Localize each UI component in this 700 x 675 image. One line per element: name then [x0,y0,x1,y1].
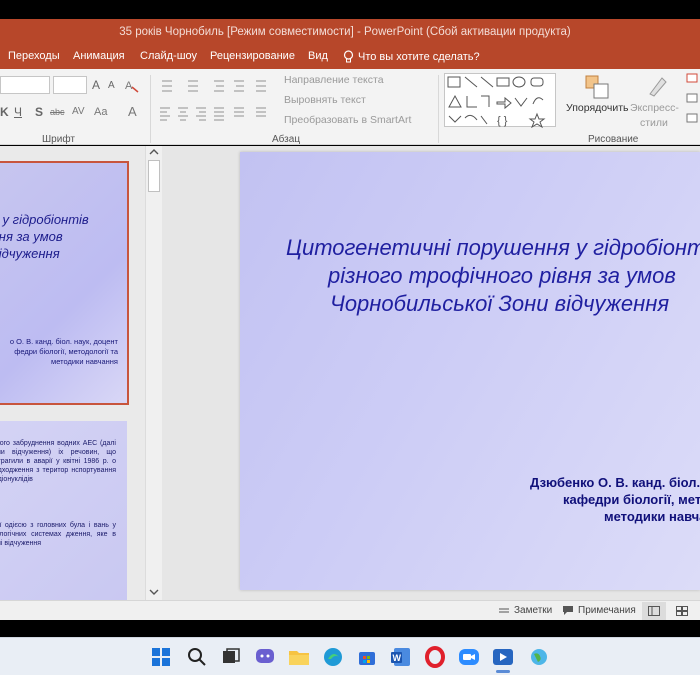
title-bar: 35 років Чорнобиль [Режим совместимости]… [0,19,700,45]
window-title: 35 років Чорнобиль [Режим совместимости]… [119,26,571,38]
font-name-box[interactable] [0,76,50,94]
notes-button[interactable]: Заметки [498,605,552,616]
windows-start-icon[interactable] [150,646,172,668]
shadow-button[interactable]: S [35,105,43,119]
active-app-indicator [496,670,510,673]
windows-taskbar: W [0,637,700,675]
svg-text:W: W [393,653,402,663]
separator [150,75,151,143]
slide-author-line: Дзюбенко О. В. канд. біол. наук, доцент [530,475,700,490]
edge-icon[interactable] [322,646,344,668]
scroll-thumb[interactable] [148,160,160,192]
slide-thumbnail-1[interactable]: я у гідробіонтів вня за умов відчуження … [0,161,129,405]
quick-styles-icon[interactable] [646,72,672,98]
strikethrough-button[interactable]: abc [50,107,65,117]
thumbnails-scrollbar[interactable] [145,146,162,600]
thumb1-title-line: я у гідробіонтів [0,212,89,227]
thumb1-author-line: федри біології, методології та [14,347,118,356]
comments-button[interactable]: Примечания [562,605,636,616]
comments-label: Примечания [578,605,636,616]
slide-author[interactable]: Дзюбенко О. В. канд. біол. наук, доцент … [530,474,700,525]
list-buttons-icons[interactable] [158,77,276,95]
font-color-button[interactable]: A [128,104,137,119]
chat-icon[interactable] [254,646,276,668]
thumb1-author: о О. В. канд. біол. наук, доцент федри б… [0,337,118,367]
thumb1-author-line: о О. В. канд. біол. наук, доцент [9,337,118,346]
normal-view-button[interactable] [642,602,666,620]
change-case-button[interactable]: Aa [94,106,107,118]
align-text-button[interactable]: Выровнять текст [284,94,366,106]
globe-app-icon[interactable] [528,646,550,668]
tell-me-text: Что вы хотите сделать? [358,50,480,63]
quick-styles-button[interactable]: Экспресс- [630,102,679,114]
thumb1-title: я у гідробіонтів вня за умов відчуження [0,211,112,262]
comment-icon [563,606,573,615]
thumb2-paragraph-1: лідого забруднення водних АЕС (далі зони… [0,440,116,483]
slide-title-line: різного трофічного рівня за умов [328,263,676,288]
notes-label: Заметки [514,605,553,616]
spacing-button[interactable]: AV [72,106,85,117]
text-direction-button[interactable]: Направление текста [284,74,384,86]
shapes-gallery[interactable]: { } [444,73,556,129]
quick-styles-label-2: стили [640,117,668,129]
scroll-down-icon[interactable] [149,588,159,596]
search-icon[interactable] [186,646,208,668]
slide-thumbnails-pane: я у гідробіонтів вня за умов відчуження … [0,146,145,601]
tab-animations[interactable]: Анимация [73,50,125,62]
notes-icon [499,608,509,612]
grow-font-button[interactable]: A [92,78,100,92]
shape-format-icons[interactable] [686,72,698,132]
font-size-box[interactable] [53,76,87,94]
group-font-label: Шрифт [42,134,75,145]
ribbon-tabs: Переходы Анимация Слайд-шоу Рецензирован… [0,45,700,69]
file-explorer-icon[interactable] [288,646,310,668]
arrange-icon[interactable] [582,72,612,102]
store-icon[interactable] [356,646,378,668]
zoom-icon[interactable] [458,646,480,668]
scroll-up-icon[interactable] [149,148,159,156]
word-icon[interactable]: W [390,646,412,668]
svg-text:A: A [125,80,133,92]
group-drawing-label: Рисование [588,134,639,145]
slide-author-line: методики навчання [604,509,700,524]
slide-thumbnail-2[interactable]: лідого забруднення водних АЕС (далі зони… [0,421,127,601]
bold-button[interactable]: K [0,105,9,119]
powerpoint-screen: 35 років Чорнобиль [Режим совместимости]… [0,0,700,675]
lightbulb-icon [343,50,354,63]
current-slide[interactable]: Цитогенетичні порушення у гідробіонтів р… [240,152,700,590]
shapes-icon: { } [447,76,546,129]
clear-format-icon[interactable]: A [124,77,140,93]
tab-view[interactable]: Вид [308,50,328,62]
task-view-icon[interactable] [220,646,242,668]
slide-title-line: Цитогенетичні порушення у гідробіонтів [286,235,700,260]
work-area: я у гідробіонтів вня за умов відчуження … [0,146,700,601]
separator [438,75,439,143]
slide-author-line: кафедри біології, методології та [563,492,700,507]
slide-title-line: Чорнобильської Зони відчуження [330,291,670,316]
smartart-button[interactable]: Преобразовать в SmartArt [284,114,411,126]
align-buttons-icons[interactable] [158,105,276,123]
slide-sorter-icon[interactable] [676,606,688,616]
tell-me-search[interactable]: Что вы хотите сделать? [343,50,480,63]
group-paragraph-label: Абзац [272,134,301,145]
tab-review[interactable]: Рецензирование [210,50,295,62]
thumb2-paragraph-2: одії одієсю з головних була і вань у біо… [0,522,116,547]
ribbon: A A A K Ч S abc AV Aa A Шрифт Направлени… [0,69,700,145]
arrange-button[interactable]: Упорядочить [566,102,628,114]
svg-text:{ }: { } [497,115,508,127]
thumb1-title-line: вня за умов [0,229,63,244]
underline-button[interactable]: Ч [14,105,22,119]
status-bar: Заметки Примечания [0,600,700,620]
slide-title[interactable]: Цитогенетичні порушення у гідробіонтів р… [286,234,700,318]
tab-transitions[interactable]: Переходы [8,50,60,62]
tab-slideshow[interactable]: Слайд-шоу [140,50,197,62]
thumb1-title-line: відчуження [0,246,60,261]
media-player-icon[interactable] [492,646,514,668]
thumb1-author-line: методики навчання [51,357,118,366]
normal-view-icon [648,606,660,616]
shrink-font-button[interactable]: A [108,80,115,91]
opera-icon[interactable] [424,646,446,668]
